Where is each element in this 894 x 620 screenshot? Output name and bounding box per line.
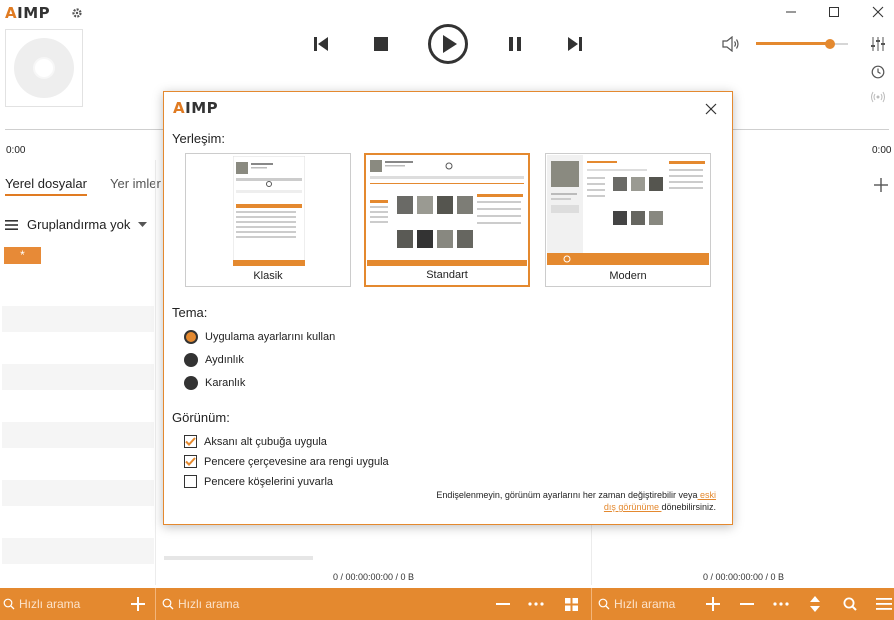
note-text: Endişelenmeyin, görünüm ayarlarını her z…: [436, 490, 698, 500]
bar-divider: [591, 588, 592, 620]
layout-label: Klasik: [253, 270, 283, 282]
equalizer-icon[interactable]: [868, 34, 888, 54]
search-icon: [3, 598, 15, 610]
checkbox[interactable]: [184, 475, 197, 488]
standart-preview: [367, 156, 527, 266]
search-icon[interactable]: [840, 594, 860, 614]
modern-preview: [547, 155, 709, 265]
search-middle[interactable]: [162, 588, 278, 620]
more-icon[interactable]: [771, 594, 791, 614]
bar-divider: [155, 588, 156, 620]
sort-icon[interactable]: [805, 594, 825, 614]
radio-label: Aydınlık: [205, 354, 244, 366]
search-right[interactable]: [598, 588, 714, 620]
radio-button[interactable]: [184, 353, 198, 367]
grouping-selector[interactable]: Gruplandırma yok: [5, 217, 148, 232]
filter-tag[interactable]: *: [4, 247, 41, 264]
theme-heading: Tema:: [172, 305, 208, 320]
add-icon[interactable]: [703, 594, 723, 614]
klasik-preview: [233, 156, 305, 266]
maximize-icon[interactable]: [823, 2, 845, 22]
checkbox[interactable]: [184, 455, 197, 468]
checkbox-label: Pencere çerçevesine ara rengi uygula: [204, 455, 389, 468]
quick-search-input[interactable]: [178, 597, 278, 611]
volume-icon[interactable]: [720, 33, 742, 55]
horizontal-scrollbar[interactable]: [164, 556, 313, 560]
checkbox[interactable]: [184, 435, 197, 448]
previous-icon[interactable]: [310, 33, 332, 55]
radio-icon[interactable]: [868, 87, 888, 107]
play-icon[interactable]: [427, 23, 469, 65]
bottom-bar: [0, 588, 894, 620]
list-row-placeholder: [2, 538, 154, 564]
more-icon[interactable]: [526, 594, 546, 614]
hamburger-icon[interactable]: [874, 594, 894, 614]
grouping-label: Gruplandırma yok: [27, 217, 131, 232]
volume-fill: [756, 42, 830, 45]
panel-divider[interactable]: [155, 160, 156, 585]
minimize-icon[interactable]: [780, 2, 802, 22]
layout-label: Standart: [426, 269, 468, 281]
queue-status: 0 / 00:00:00:00 / 0 B: [703, 572, 785, 582]
minus-icon[interactable]: [493, 594, 513, 614]
theme-option-dark[interactable]: Karanlık: [184, 376, 245, 390]
view-heading: Görünüm:: [172, 410, 230, 425]
disc-icon: [14, 38, 74, 98]
album-cover-placeholder: [5, 29, 83, 107]
layout-option-modern[interactable]: Modern: [545, 153, 711, 287]
elapsed-time: 0:00: [6, 145, 26, 156]
add-playlist-icon[interactable]: [871, 175, 891, 195]
theme-option-light[interactable]: Aydınlık: [184, 353, 244, 367]
radio-button[interactable]: [184, 330, 198, 344]
add-icon[interactable]: [128, 594, 148, 614]
tab-local-files[interactable]: Yerel dosyalar: [5, 176, 87, 196]
menu-icon: [5, 219, 18, 230]
settings-gear-icon[interactable]: [67, 5, 87, 21]
checkmark-icon: [185, 457, 196, 466]
list-row-placeholder: [2, 422, 154, 448]
list-row-placeholder: [2, 364, 154, 390]
search-left[interactable]: [3, 588, 119, 620]
list-row-placeholder: [2, 480, 154, 506]
option-round-corners[interactable]: Pencere köşelerini yuvarla: [184, 475, 333, 488]
remaining-time: 0:00: [872, 145, 892, 156]
option-accent-bottom-bar[interactable]: Aksanı alt çubuğa uygula: [184, 435, 327, 448]
volume-knob[interactable]: [824, 39, 835, 49]
aimp-main-window: AIMP 0:00 0:00 Yerel dosyalar Yer imler …: [0, 0, 894, 620]
layout-heading: Yerleşim:: [172, 131, 225, 146]
grid-icon[interactable]: [561, 594, 581, 614]
layout-option-klasik[interactable]: Klasik: [185, 153, 351, 287]
radio-label: Karanlık: [205, 377, 246, 389]
dialog-logo: AIMP: [173, 99, 219, 117]
layout-label: Modern: [609, 270, 647, 282]
option-window-frame-color[interactable]: Pencere çerçevesine ara rengi uygula: [184, 455, 389, 468]
minus-icon[interactable]: [737, 594, 757, 614]
stop-icon[interactable]: [370, 33, 392, 55]
clock-icon[interactable]: [868, 62, 888, 82]
playlist-status: 0 / 00:00:00:00 / 0 B: [333, 572, 415, 582]
layout-option-standart[interactable]: Standart: [364, 153, 530, 287]
appearance-setup-dialog: AIMP Yerleşim: Klasik Standart Modern Te…: [163, 91, 733, 525]
theme-option-app-settings[interactable]: Uygulama ayarlarını kullan: [184, 330, 335, 344]
quick-search-input[interactable]: [19, 597, 119, 611]
quick-search-input[interactable]: [614, 597, 714, 611]
chevron-down-icon: [138, 221, 148, 227]
close-icon[interactable]: [867, 2, 889, 22]
radio-button[interactable]: [184, 376, 198, 390]
search-icon: [162, 598, 174, 610]
checkbox-label: Pencere köşelerini yuvarla: [204, 475, 334, 488]
dialog-close-icon[interactable]: [702, 100, 720, 118]
tab-bookmarks[interactable]: Yer imler: [110, 176, 161, 191]
volume-slider[interactable]: [756, 38, 848, 50]
checkbox-label: Aksanı alt çubuğa uygula: [204, 435, 327, 448]
app-logo: AIMP: [5, 4, 51, 22]
checkmark-icon: [185, 437, 196, 446]
info-note: Endişelenmeyin, görünüm ayarlarını her z…: [426, 489, 716, 513]
note-tail: dönebilirsiniz.: [661, 502, 716, 512]
search-icon: [598, 598, 610, 610]
list-row-placeholder: [2, 306, 154, 332]
next-icon[interactable]: [564, 33, 586, 55]
radio-label: Uygulama ayarlarını kullan: [205, 331, 336, 343]
pause-icon[interactable]: [504, 33, 526, 55]
